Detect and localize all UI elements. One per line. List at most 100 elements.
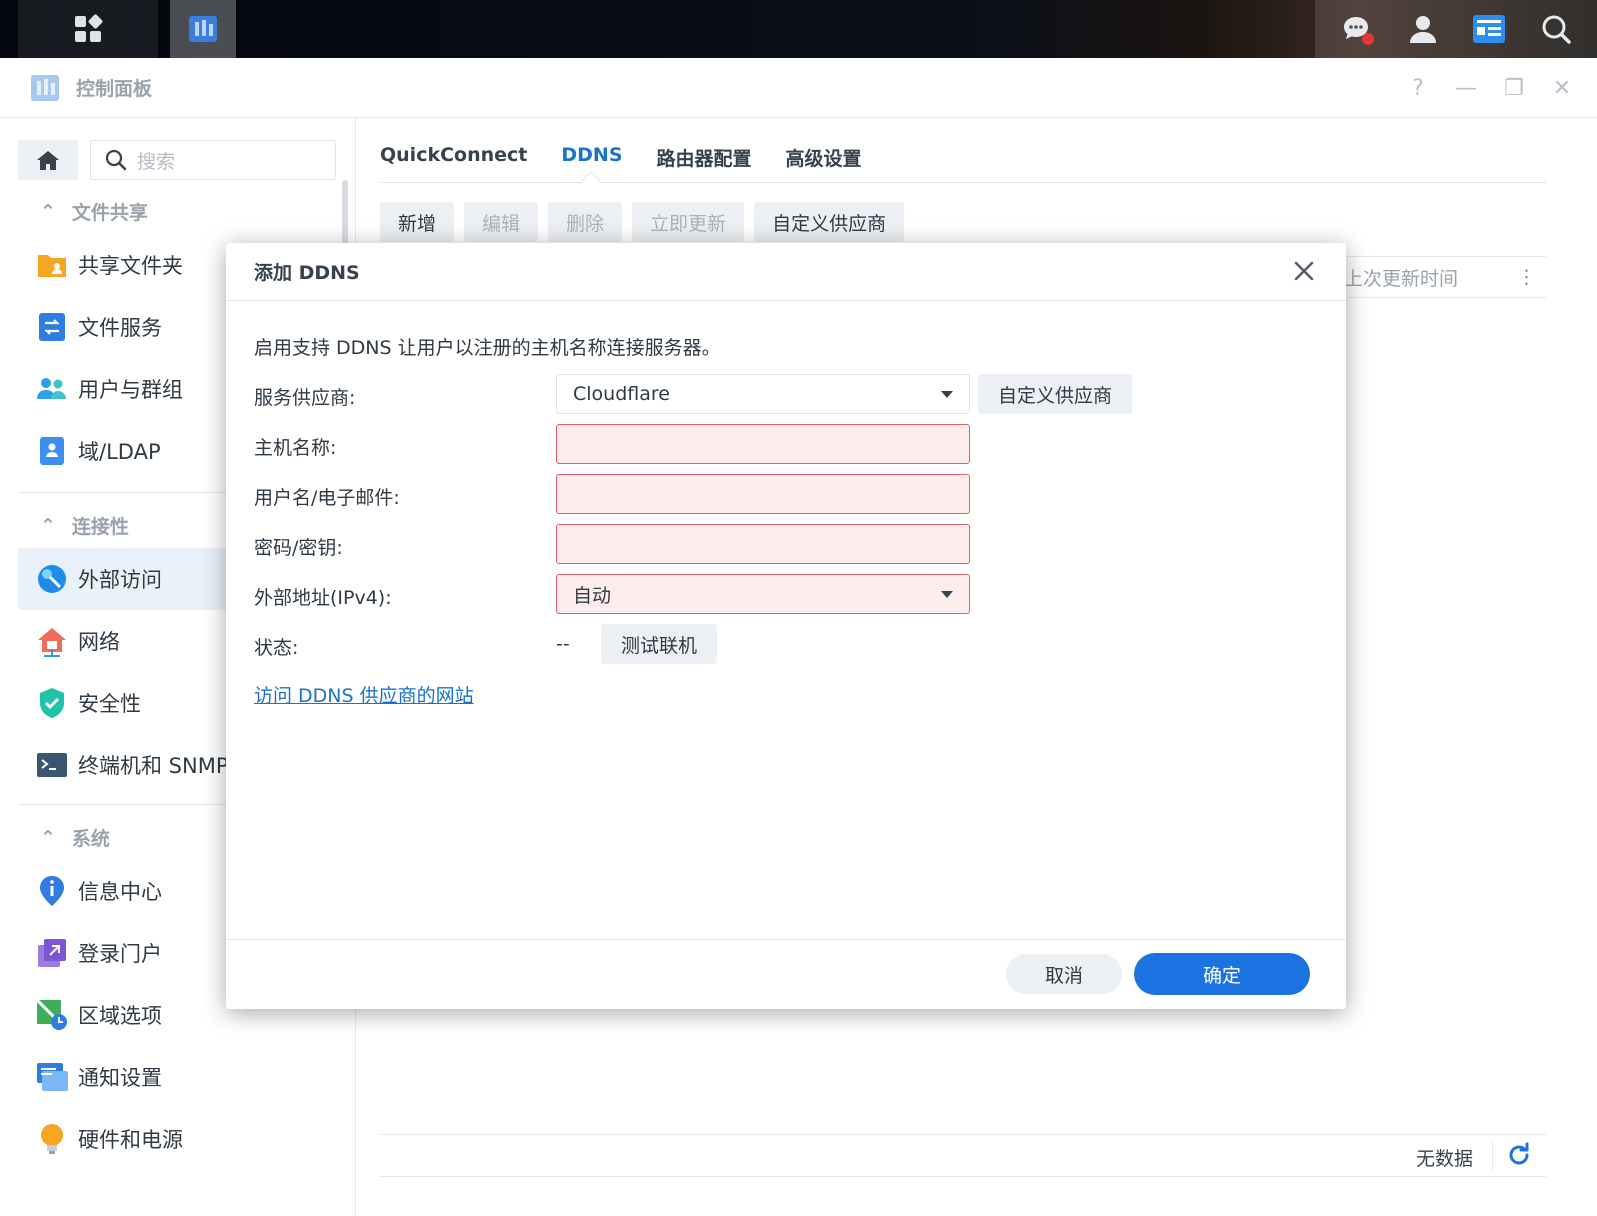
grid-apps-icon (75, 14, 103, 42)
control-panel-taskbar-button[interactable] (170, 0, 236, 58)
update-now-button[interactable]: 立即更新 (632, 202, 745, 242)
sidebar-item-users-groups[interactable]: 用户与群组 (18, 358, 258, 420)
refresh-icon[interactable] (1506, 1142, 1532, 1168)
provider-label: 服务供应商: (254, 387, 356, 409)
hostname-label: 主机名称: (254, 437, 337, 459)
more-vertical-icon[interactable]: ⋮ (1517, 266, 1536, 288)
tab-bar: QuickConnect DDNS 路由器配置 高级设置 (380, 140, 862, 175)
widgets-icon (1473, 15, 1506, 43)
status-label: 状态: (254, 637, 299, 659)
widgets-button[interactable] (1471, 11, 1507, 47)
sidebar-item-label: 区域选项 (78, 1004, 162, 1028)
tab-ddns[interactable]: DDNS (561, 140, 622, 175)
sidebar-item-notification[interactable]: 通知设置 (18, 1046, 258, 1108)
sidebar-item-domain-ldap[interactable]: 域/LDAP (18, 420, 258, 482)
sidebar-item-terminal-snmp[interactable]: 终端机和 SNMP (18, 734, 258, 796)
column-label: 上次更新时间 (1344, 267, 1459, 290)
dialog-description: 启用支持 DDNS 让用户以注册的主机名称连接服务器。 (254, 337, 721, 359)
hostname-input[interactable] (556, 424, 970, 464)
dialog-header[interactable]: 添加 DDNS (226, 243, 1346, 301)
notifications-button[interactable] (1338, 11, 1375, 47)
visit-provider-link[interactable]: 访问 DDNS 供应商的网站 (254, 681, 474, 708)
sidebar-item-external-access[interactable]: 外部访问 (18, 548, 258, 610)
external-ip-label: 外部地址(IPv4): (254, 587, 392, 609)
custom-provider-button[interactable]: 自定义供应商 (754, 202, 905, 242)
control-panel-app-icon (31, 74, 59, 101)
sidebar-item-info-center[interactable]: 信息中心 (18, 860, 258, 922)
provider-selected-value: Cloudflare (573, 383, 670, 405)
home-button[interactable] (18, 140, 78, 180)
section-label: 系统 (71, 828, 110, 850)
sidebar-item-label: 登录门户 (78, 942, 162, 966)
sidebar-item-label: 网络 (78, 630, 120, 654)
external-ip-select[interactable]: 自动 (556, 574, 970, 614)
restore-button[interactable]: ❐ (1503, 76, 1525, 101)
external-ip-selected-value: 自动 (573, 584, 612, 607)
dialog-footer-divider (226, 939, 1346, 940)
main-menu-button[interactable] (18, 0, 158, 58)
delete-button[interactable]: 删除 (548, 202, 623, 242)
password-label: 密码/密钥: (254, 537, 343, 559)
test-connection-button[interactable]: 测试联机 (601, 624, 718, 664)
edit-button[interactable]: 编辑 (464, 202, 539, 242)
sidebar-item-label: 终端机和 SNMP (78, 754, 229, 778)
close-icon[interactable] (1292, 259, 1316, 283)
external-access-icon (36, 563, 68, 595)
section-file-sharing[interactable]: ⌃ 文件共享 (40, 198, 148, 225)
toolbar: 新增 编辑 删除 立即更新 自定义供应商 (380, 202, 905, 242)
sidebar-item-security[interactable]: 安全性 (18, 672, 258, 734)
control-panel-icon (189, 16, 217, 42)
sidebar-item-file-services[interactable]: 文件服务 (18, 296, 258, 358)
sidebar-divider (18, 804, 238, 805)
cancel-button[interactable]: 取消 (1006, 954, 1122, 994)
section-connectivity[interactable]: ⌃ 连接性 (40, 512, 129, 539)
login-portal-icon (36, 937, 68, 969)
notification-badge (1362, 33, 1375, 45)
network-icon (36, 625, 68, 657)
sidebar-item-label: 硬件和电源 (78, 1128, 183, 1152)
help-button[interactable]: ? (1407, 76, 1429, 101)
add-ddns-dialog: 添加 DDNS 启用支持 DDNS 让用户以注册的主机名称连接服务器。 服务供应… (226, 243, 1346, 1009)
sidebar-search[interactable]: 搜索 (90, 140, 336, 180)
dialog-title: 添加 DDNS (254, 262, 360, 284)
minimize-button[interactable]: — (1455, 76, 1477, 101)
password-key-input[interactable] (556, 524, 970, 564)
sidebar-item-regional-options[interactable]: 区域选项 (18, 984, 258, 1046)
search-icon (105, 149, 127, 171)
tab-quickconnect[interactable]: QuickConnect (380, 140, 527, 175)
sidebar-item-network[interactable]: 网络 (18, 610, 258, 672)
dialog-custom-provider-button[interactable]: 自定义供应商 (978, 374, 1133, 414)
sidebar-scrollbar[interactable] (342, 180, 348, 250)
tab-advanced-settings[interactable]: 高级设置 (786, 140, 862, 175)
regional-options-icon (36, 999, 68, 1031)
file-services-icon (36, 311, 68, 343)
column-header-last-update[interactable]: 上次更新时间 ⋮ (1344, 256, 1546, 298)
tab-router-config[interactable]: 路由器配置 (657, 140, 752, 175)
close-window-button[interactable]: ✕ (1551, 76, 1573, 101)
username-email-input[interactable] (556, 474, 970, 514)
provider-select[interactable]: Cloudflare (556, 374, 970, 414)
sidebar-item-label: 通知设置 (78, 1066, 162, 1090)
user-icon (1409, 16, 1436, 43)
sidebar-item-label: 共享文件夹 (78, 254, 183, 278)
sidebar-item-label: 用户与群组 (78, 378, 183, 402)
security-shield-icon (36, 687, 68, 719)
no-data-label: 无数据 (1416, 1148, 1474, 1170)
sidebar-item-login-portal[interactable]: 登录门户 (18, 922, 258, 984)
search-icon (1542, 15, 1571, 44)
sidebar-item-shared-folder[interactable]: 共享文件夹 (18, 234, 258, 296)
sidebar-item-label: 安全性 (78, 692, 141, 716)
window-titlebar[interactable]: 控制面板 ? — ❐ ✕ (0, 58, 1597, 118)
search-button[interactable] (1538, 11, 1574, 47)
table-footer-divider (380, 1134, 1546, 1135)
chevron-up-icon: ⌃ (40, 826, 56, 849)
search-input[interactable]: 搜索 (137, 147, 175, 174)
user-button[interactable] (1405, 11, 1441, 47)
sidebar-item-hardware-power[interactable]: 硬件和电源 (18, 1108, 258, 1170)
sidebar-item-label: 外部访问 (78, 568, 162, 592)
caret-down-icon (941, 591, 953, 598)
add-button[interactable]: 新增 (380, 202, 455, 242)
section-system[interactable]: ⌃ 系统 (40, 824, 110, 851)
section-label: 文件共享 (71, 202, 148, 224)
ok-button[interactable]: 确定 (1134, 953, 1310, 995)
